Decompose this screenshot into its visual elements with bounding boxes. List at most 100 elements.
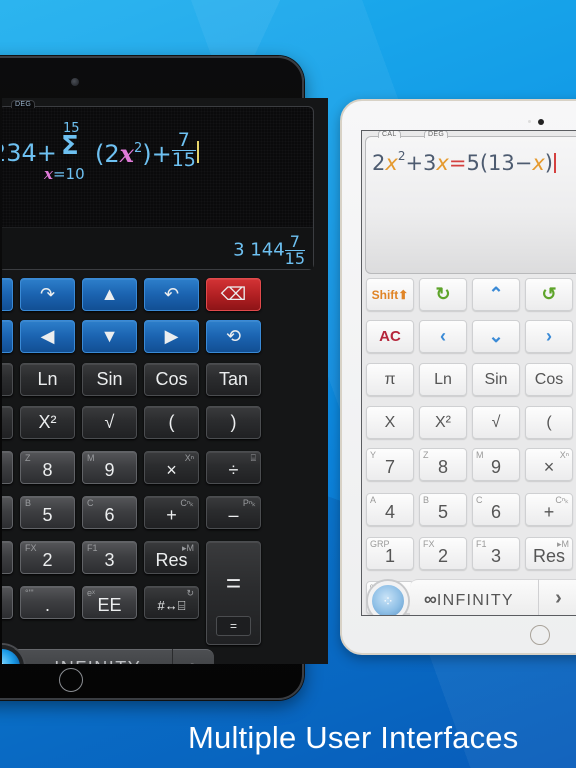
brand-name: INFINITY bbox=[436, 592, 514, 609]
key-8[interactable]: Z8 bbox=[419, 448, 467, 481]
key-symbol[interactable]: ◀ bbox=[20, 320, 75, 353]
key-x[interactable]: X bbox=[2, 406, 13, 439]
key-7[interactable]: Y7 bbox=[2, 451, 13, 484]
menu-orb-button[interactable]: ⁘ bbox=[368, 581, 408, 615]
key-label: 2 bbox=[42, 550, 53, 570]
key-x[interactable]: X² bbox=[20, 406, 75, 439]
key-label: √ bbox=[104, 412, 115, 432]
key-9[interactable]: M9 bbox=[472, 448, 520, 481]
key-symbol[interactable]: π bbox=[2, 363, 13, 396]
key-sin[interactable]: Sin bbox=[82, 363, 137, 396]
key-label: ▲ bbox=[100, 284, 119, 304]
key-symbol[interactable]: ↻#↔⌸ bbox=[144, 586, 199, 619]
key-symbol[interactable]: ▲ bbox=[82, 278, 137, 311]
key-x[interactable]: X bbox=[366, 406, 414, 439]
key-ac[interactable]: AC bbox=[366, 320, 414, 353]
key-5[interactable]: B5 bbox=[20, 496, 75, 529]
key-0[interactable]: %0 bbox=[2, 586, 13, 619]
key-x[interactable]: X² bbox=[419, 406, 467, 439]
expression[interactable]: 2x2+3x=5(13−x) bbox=[372, 149, 556, 175]
expression[interactable]: 234+ 15 Σ x=10 (2x2)+715 bbox=[2, 121, 291, 207]
chevron-right-button[interactable]: › bbox=[172, 649, 214, 664]
key-symbol[interactable]: ↷ bbox=[20, 278, 75, 311]
text-cursor bbox=[553, 153, 556, 173]
key-5[interactable]: B5 bbox=[419, 493, 467, 526]
key-label: 6 bbox=[104, 505, 115, 525]
key-symbol[interactable]: °'". bbox=[20, 586, 75, 619]
key-3[interactable]: F1 3 bbox=[472, 537, 520, 570]
key-label: ↻ bbox=[435, 284, 451, 304]
key-7[interactable]: Y7 bbox=[366, 448, 414, 481]
equals-small-button[interactable]: = bbox=[216, 616, 251, 636]
key-label: ) bbox=[230, 412, 237, 432]
key-symbol[interactable]: √ bbox=[472, 406, 520, 439]
key-res[interactable]: ▸M Res bbox=[144, 541, 199, 574]
key-symbol[interactable]: ( bbox=[525, 406, 573, 439]
key-symbol[interactable]: Xⁿ × bbox=[525, 448, 573, 481]
key-sublabel: C bbox=[87, 498, 94, 508]
mode-tab-cal[interactable]: CAL bbox=[378, 131, 401, 138]
key-4[interactable]: A4 bbox=[2, 496, 13, 529]
key-symbol[interactable]: ⌸ ÷ bbox=[206, 451, 261, 484]
key-symbol[interactable]: Cⁿₖ + bbox=[525, 493, 573, 526]
expr-equals: = bbox=[448, 151, 467, 175]
key-symbol[interactable]: √ bbox=[82, 406, 137, 439]
key-symbol[interactable]: ‹ bbox=[419, 320, 467, 353]
key-1[interactable]: GRP1 bbox=[2, 541, 13, 574]
key-4[interactable]: A4 bbox=[366, 493, 414, 526]
key-cos[interactable]: Cos bbox=[144, 363, 199, 396]
key-6[interactable]: C6 bbox=[472, 493, 520, 526]
key-symbol[interactable]: ↶ bbox=[144, 278, 199, 311]
key-symbol[interactable]: › bbox=[525, 320, 573, 353]
mode-tab-deg[interactable]: DEG bbox=[424, 131, 449, 138]
expr-part: ) bbox=[544, 151, 553, 175]
key-tan[interactable]: Tan bbox=[206, 363, 261, 396]
key-2[interactable]: FX 2 bbox=[419, 537, 467, 570]
sensor-icon bbox=[528, 120, 531, 123]
key-symbol[interactable]: π bbox=[366, 363, 414, 396]
key-symbol[interactable]: ↺ bbox=[525, 278, 573, 311]
expr-var: x bbox=[436, 151, 449, 175]
key-symbol[interactable]: ( bbox=[144, 406, 199, 439]
mode-tab-deg[interactable]: DEG bbox=[11, 100, 36, 108]
home-button[interactable] bbox=[530, 625, 550, 645]
history-button[interactable]: ⟲ bbox=[206, 320, 261, 353]
key-label: 3 bbox=[104, 550, 115, 570]
key-superlabel: ▸M bbox=[181, 543, 194, 553]
key-symbol[interactable]: ⌃ bbox=[472, 278, 520, 311]
key-ee[interactable]: eˣEE bbox=[82, 586, 137, 619]
key-shift[interactable]: Shift⬆ bbox=[2, 278, 13, 311]
key-6[interactable]: C6 bbox=[82, 496, 137, 529]
key-8[interactable]: Z8 bbox=[20, 451, 75, 484]
home-button[interactable] bbox=[59, 668, 83, 692]
key-label: Sin bbox=[96, 369, 123, 389]
key-ln[interactable]: Ln bbox=[20, 363, 75, 396]
key-sublabel: GRP bbox=[370, 539, 390, 549]
key-symbol[interactable]: Cⁿₖ + bbox=[144, 496, 199, 529]
key-3[interactable]: F1 3 bbox=[82, 541, 137, 574]
key-label: Cos bbox=[155, 369, 188, 389]
chevron-right-button[interactable]: › bbox=[538, 579, 576, 615]
key-1[interactable]: GRP1 bbox=[366, 537, 414, 570]
key-symbol[interactable]: Pⁿₖ – bbox=[206, 496, 261, 529]
sum-var: x bbox=[44, 165, 53, 183]
key-symbol[interactable]: ↻ bbox=[419, 278, 467, 311]
key-symbol[interactable]: ⌫ bbox=[206, 278, 261, 311]
key-res[interactable]: ▸M Res bbox=[525, 537, 573, 570]
key-symbol[interactable]: ) bbox=[206, 406, 261, 439]
key-ln[interactable]: Ln bbox=[419, 363, 467, 396]
key-shift[interactable]: Shift⬆ bbox=[366, 278, 414, 311]
key-sin[interactable]: Sin bbox=[472, 363, 520, 396]
key-ac[interactable]: AC bbox=[2, 320, 13, 353]
key-9[interactable]: M9 bbox=[82, 451, 137, 484]
key-symbol[interactable]: Xⁿ × bbox=[144, 451, 199, 484]
key-symbol[interactable]: ▼ bbox=[82, 320, 137, 353]
key-sublabel: F1 bbox=[476, 539, 487, 549]
key-2[interactable]: FX 2 bbox=[20, 541, 75, 574]
key-cos[interactable]: Cos bbox=[525, 363, 573, 396]
menu-orb-button[interactable]: ⁘ bbox=[2, 645, 24, 664]
equals-button[interactable]: = = bbox=[206, 541, 261, 645]
sigma-symbol: Σ bbox=[61, 131, 79, 161]
key-symbol[interactable]: ▶ bbox=[144, 320, 199, 353]
key-symbol[interactable]: ⌄ bbox=[472, 320, 520, 353]
